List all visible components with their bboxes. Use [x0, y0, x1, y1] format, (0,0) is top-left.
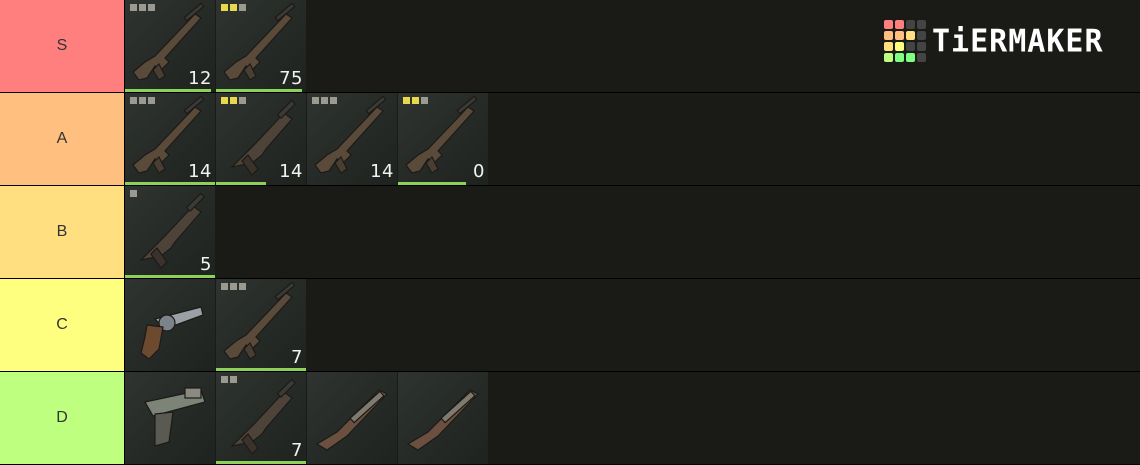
rarity-dots	[221, 97, 246, 104]
logo-text: TiERMAKER	[932, 22, 1104, 60]
rarity-dot	[230, 4, 237, 11]
item-count: 0	[473, 161, 485, 182]
weapon-card-m4-rifle[interactable]: 14	[307, 93, 397, 185]
logo-grid-cell	[895, 20, 904, 29]
tier-label-d[interactable]: D	[0, 372, 124, 464]
tier-label-c[interactable]: C	[0, 279, 124, 371]
rarity-dot	[130, 4, 137, 11]
logo-grid-cell	[917, 53, 926, 62]
rarity-dots	[312, 97, 337, 104]
rarity-dot	[130, 190, 137, 197]
tier-row-b: B 5	[0, 186, 1140, 278]
tiermaker-logo: TiERMAKER	[884, 20, 1104, 62]
progress-bar	[125, 182, 215, 185]
logo-grid-cell	[884, 42, 893, 51]
logo-grid-cell	[895, 31, 904, 40]
rarity-dot	[148, 97, 155, 104]
rarity-dots	[221, 283, 246, 290]
weapon-card-pistol[interactable]	[125, 372, 215, 464]
rarity-dots	[130, 190, 137, 197]
tier-row-c: C 7	[0, 279, 1140, 371]
item-count: 12	[188, 68, 212, 89]
progress-bar	[125, 275, 215, 278]
progress-bar	[216, 182, 266, 185]
logo-grid-cell	[895, 53, 904, 62]
rarity-dots	[403, 97, 428, 104]
logo-grid-cell	[906, 20, 915, 29]
progress-bar	[125, 89, 211, 92]
rarity-dot	[130, 97, 137, 104]
tier-label-s[interactable]: S	[0, 0, 124, 92]
rarity-dot	[139, 97, 146, 104]
logo-grid-cell	[884, 53, 893, 62]
weapon-card-shotgun-1[interactable]	[307, 372, 397, 464]
rarity-dot	[221, 376, 228, 383]
rarity-dot	[230, 283, 237, 290]
rarity-dot	[312, 97, 319, 104]
item-count: 7	[291, 440, 303, 461]
weapon-card-smg-d[interactable]: 7	[216, 372, 306, 464]
rarity-dot	[230, 97, 237, 104]
rarity-dot	[221, 283, 228, 290]
item-count: 14	[279, 161, 303, 182]
logo-grid-cell	[917, 31, 926, 40]
tier-items-c[interactable]: 7	[125, 279, 1140, 371]
rarity-dot	[230, 376, 237, 383]
rarity-dot	[239, 97, 246, 104]
rarity-dot	[421, 97, 428, 104]
weapon-card-rifle-c[interactable]: 7	[216, 279, 306, 371]
rarity-dots	[130, 4, 155, 11]
rarity-dot	[239, 283, 246, 290]
rarity-dot	[239, 4, 246, 11]
tier-row-a: A 14 14 14 0	[0, 93, 1140, 185]
item-count: 14	[188, 161, 212, 182]
logo-grid-cell	[917, 20, 926, 29]
rarity-dots	[221, 376, 237, 383]
progress-bar	[216, 89, 302, 92]
progress-bar	[216, 461, 306, 464]
tier-row-d: D 7	[0, 372, 1140, 464]
logo-grid-icon	[884, 20, 926, 62]
weapon-card-assault-rifle-2[interactable]: 75	[216, 0, 306, 92]
tier-items-d[interactable]: 7	[125, 372, 1140, 464]
rarity-dot	[321, 97, 328, 104]
logo-grid-cell	[884, 31, 893, 40]
rarity-dot	[221, 97, 228, 104]
logo-grid-cell	[906, 53, 915, 62]
item-count: 7	[291, 347, 303, 368]
rarity-dot	[412, 97, 419, 104]
rarity-dot	[148, 4, 155, 11]
progress-bar	[398, 182, 466, 185]
rarity-dot	[139, 4, 146, 11]
rarity-dots	[130, 97, 155, 104]
item-count: 75	[279, 68, 303, 89]
rarity-dots	[221, 4, 246, 11]
progress-bar	[216, 368, 306, 371]
rarity-dot	[403, 97, 410, 104]
tier-items-b[interactable]: 5	[125, 186, 1140, 278]
logo-grid-cell	[884, 20, 893, 29]
weapon-card-drum-smg[interactable]: 5	[125, 186, 215, 278]
weapon-card-shotgun-2[interactable]	[398, 372, 488, 464]
weapon-card-smg-1[interactable]: 14	[216, 93, 306, 185]
logo-grid-cell	[906, 42, 915, 51]
tier-label-b[interactable]: B	[0, 186, 124, 278]
logo-grid-cell	[895, 42, 904, 51]
tier-label-a[interactable]: A	[0, 93, 124, 185]
item-count: 14	[370, 161, 394, 182]
rarity-dot	[330, 97, 337, 104]
logo-grid-cell	[906, 31, 915, 40]
weapon-card-assault-rifle-1[interactable]: 12	[125, 0, 215, 92]
rarity-dot	[221, 4, 228, 11]
weapon-card-assault-rifle-3[interactable]: 14	[125, 93, 215, 185]
tier-list: S 12 75 A 14 14 14 0B 5C 7D 7	[0, 0, 1140, 465]
item-count: 5	[200, 254, 212, 275]
weapon-card-carbine-1[interactable]: 0	[398, 93, 488, 185]
logo-grid-cell	[917, 42, 926, 51]
tier-items-a[interactable]: 14 14 14 0	[125, 93, 1140, 185]
weapon-card-revolver[interactable]	[125, 279, 215, 371]
